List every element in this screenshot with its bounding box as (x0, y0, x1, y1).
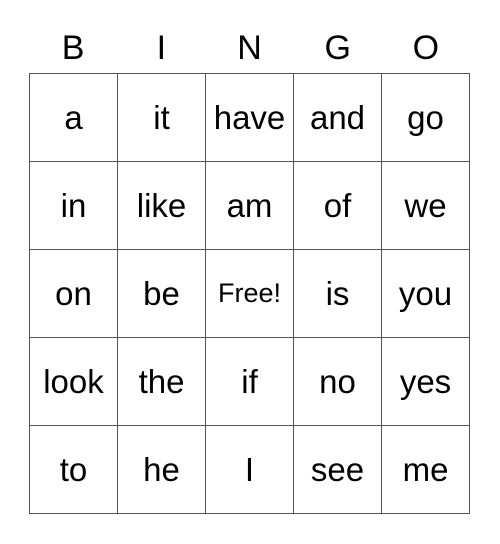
bingo-cell[interactable]: like (118, 162, 206, 250)
header-letter-o: O (412, 29, 440, 67)
bingo-cell[interactable]: and (294, 74, 382, 162)
bingo-cell[interactable]: of (294, 162, 382, 250)
bingo-card-grid: a it have and go in like am of we on be Free! is you lo… (29, 73, 470, 514)
header-letter-g: G (324, 29, 351, 67)
bingo-cell[interactable]: it (118, 74, 206, 162)
bingo-cell[interactable]: to (30, 426, 118, 514)
bingo-cell[interactable]: have (206, 74, 294, 162)
bingo-cell[interactable]: is (294, 250, 382, 338)
bingo-cell[interactable]: we (382, 162, 470, 250)
bingo-cell[interactable]: look (30, 338, 118, 426)
bingo-header: B I N G O (29, 24, 470, 72)
bingo-cell[interactable]: me (382, 426, 470, 514)
bingo-cell[interactable]: a (30, 74, 118, 162)
bingo-cell[interactable]: I (206, 426, 294, 514)
bingo-cell[interactable]: on (30, 250, 118, 338)
bingo-cell[interactable]: be (118, 250, 206, 338)
bingo-cell[interactable]: if (206, 338, 294, 426)
bingo-cell[interactable]: go (382, 74, 470, 162)
bingo-cell[interactable]: yes (382, 338, 470, 426)
header-letter-b: B (61, 29, 85, 67)
header-letter-n: N (237, 29, 262, 67)
free-space-cell[interactable]: Free! (206, 250, 294, 338)
bingo-cell[interactable]: am (206, 162, 294, 250)
bingo-cell[interactable]: in (30, 162, 118, 250)
bingo-cell[interactable]: he (118, 426, 206, 514)
bingo-cell[interactable]: see (294, 426, 382, 514)
bingo-cell[interactable]: you (382, 250, 470, 338)
bingo-cell[interactable]: no (294, 338, 382, 426)
header-letter-i: I (156, 29, 167, 67)
bingo-cell[interactable]: the (118, 338, 206, 426)
